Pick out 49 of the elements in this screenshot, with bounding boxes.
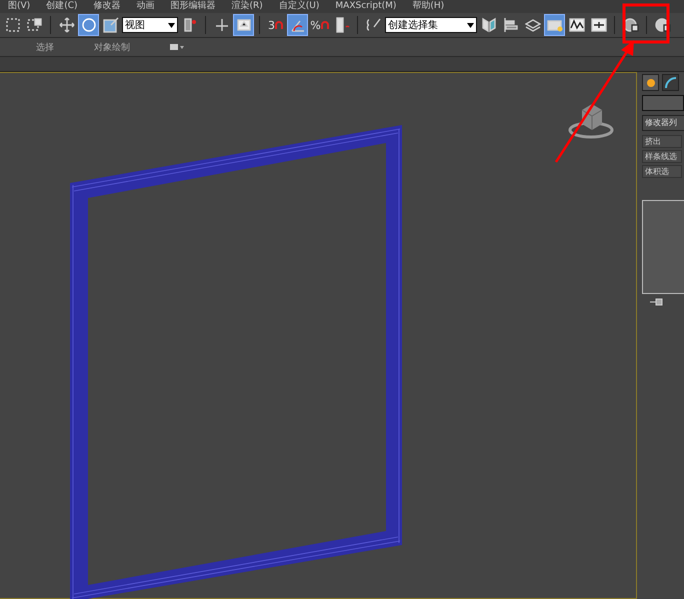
mirror-icon — [480, 17, 496, 33]
edit-selection-icon — [366, 17, 382, 33]
modifier-button[interactable]: 挤出 — [642, 135, 682, 148]
select-rectangle-icon — [4, 17, 20, 33]
dropdown-field[interactable]: 创建选择集 — [385, 17, 477, 33]
dropdown-field[interactable]: 视图 — [122, 17, 178, 33]
manipulate-icon — [236, 17, 252, 33]
dropdown-icon — [170, 44, 184, 50]
manipulate-button[interactable] — [233, 14, 254, 36]
modifier-list-dropdown[interactable]: 修改器列 — [642, 115, 684, 131]
layers-icon — [524, 17, 540, 33]
spinner-snap-icon — [334, 17, 350, 33]
modifier-button[interactable]: 体积选 — [642, 165, 682, 178]
panel-tab[interactable] — [662, 74, 679, 91]
rotate-icon — [80, 17, 96, 33]
menu-item[interactable]: 渲染(R) — [224, 0, 271, 13]
render-setup-icon — [654, 17, 670, 33]
move-icon — [58, 17, 74, 33]
snap-toggle-button[interactable]: % — [309, 14, 330, 36]
caret-icon — [467, 22, 474, 28]
ribbon-tab[interactable]: 对象绘制 — [94, 40, 130, 54]
menu-item[interactable]: MAXScript(M) — [327, 0, 404, 13]
crossing-select-icon — [26, 17, 42, 33]
name-field[interactable] — [642, 95, 684, 111]
caret-icon — [168, 22, 175, 28]
align-icon — [502, 17, 518, 33]
menu-item[interactable]: 创建(C) — [38, 0, 86, 13]
menu-item[interactable]: 图形编辑器 — [162, 0, 224, 13]
menu-item[interactable]: 自定义(U) — [270, 0, 328, 13]
schematic-view-icon — [590, 17, 606, 33]
pivot-icon — [214, 17, 230, 33]
panel-tab[interactable] — [642, 74, 659, 91]
snap-toggle-button[interactable]: 3 — [265, 14, 286, 36]
rotate-button[interactable] — [78, 14, 99, 36]
arc-icon — [664, 76, 678, 90]
menu-item[interactable]: 动画 — [128, 0, 162, 13]
angle-snap-button[interactable] — [287, 14, 308, 36]
menu-item[interactable]: 帮助(H) — [404, 0, 452, 13]
menu-item[interactable]: 修改器 — [86, 0, 128, 13]
scale-icon — [102, 17, 118, 33]
curve-editor-icon — [568, 17, 584, 33]
menu-item[interactable]: 图(V) — [0, 0, 38, 13]
magnet-icon — [320, 21, 329, 29]
placement-icon — [182, 17, 198, 33]
modifier-button[interactable]: 样条线选 — [642, 150, 682, 163]
ribbon-tab[interactable]: 选择 — [36, 40, 54, 54]
highlight-box — [622, 4, 670, 44]
pin-icon — [650, 298, 664, 306]
magnet-icon — [275, 21, 283, 29]
